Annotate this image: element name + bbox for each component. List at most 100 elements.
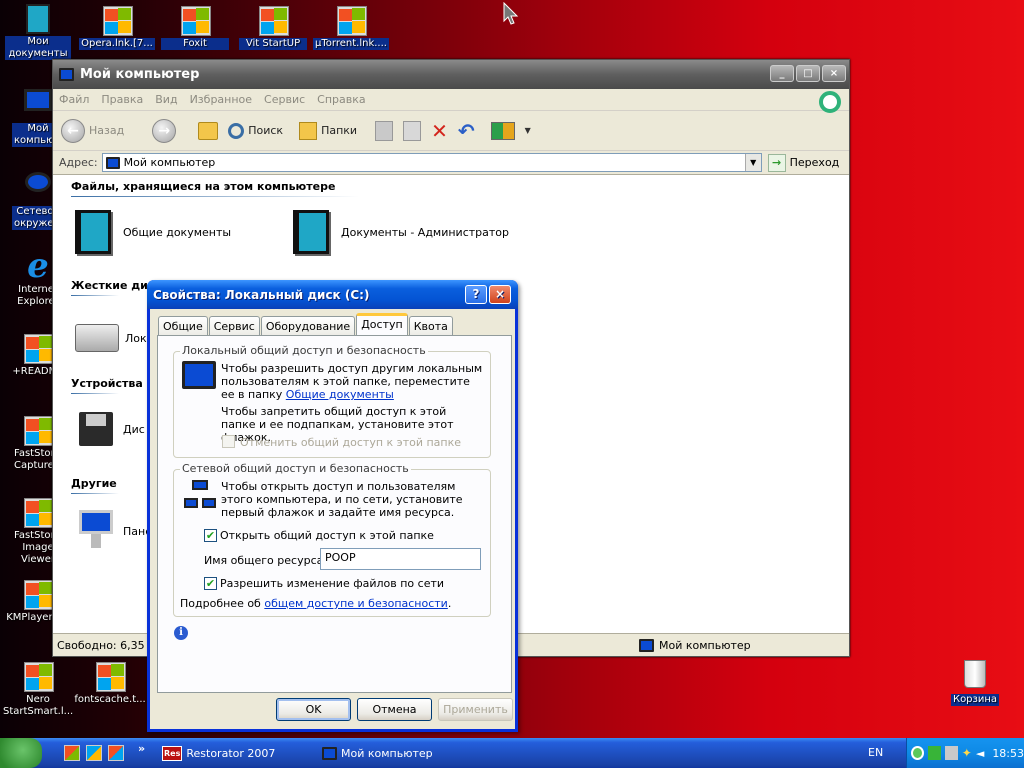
address-input[interactable]: Мой компьютер ▼ [101,153,762,172]
move-to-icon[interactable] [375,120,394,141]
ok-button[interactable]: OK [276,698,351,721]
desktop-icon-vit-startup[interactable]: Vit StartUP Manager.lnk... [235,4,311,54]
more-info-text: Подробнее об общем доступе и безопасност… [180,597,451,610]
shared-documents-link[interactable]: Общие документы [286,388,394,401]
go-arrow-icon[interactable]: → [767,153,786,172]
tray-wand-icon[interactable]: ✦ [962,746,972,760]
item-control-panel[interactable]: Пане [79,510,152,552]
tab-quota[interactable]: Квота [408,316,453,336]
desktop-icon-opera[interactable]: Opera.lnk.[7... [79,4,155,50]
quick-launch-icon[interactable] [64,745,80,761]
quick-launch-icon[interactable] [108,745,124,761]
dialog-titlebar[interactable]: Свойства: Локальный диск (C:) ? × [147,280,518,309]
menu-help[interactable]: Справка [317,93,365,106]
shortcut-icon [179,4,211,36]
tray-utorrent-icon[interactable] [911,746,925,760]
mouse-cursor-icon [503,2,519,25]
item-floppy[interactable]: Дис [79,412,145,446]
menu-view[interactable]: Вид [155,93,177,106]
shortcut-icon [94,660,126,692]
search-button[interactable]: Поиск [228,122,284,139]
address-label: Адрес: [59,156,98,169]
dialog-title: Свойства: Локальный диск (C:) [153,287,370,302]
desktop-icon-utorrent[interactable]: µTorrent.lnk.... [313,4,389,50]
menu-tools[interactable]: Сервис [264,93,305,106]
more-info-prefix: Подробнее об [180,597,261,610]
more-info-suffix: . [447,597,452,610]
desktop-icon-foxit[interactable]: Foxit Reader.lnk.[... [157,4,233,54]
share-name-value: POOP [325,551,356,564]
menu-favorites[interactable]: Избранное [190,93,252,106]
tab-hardware[interactable]: Оборудование [260,316,356,336]
up-folder-button[interactable] [198,121,219,140]
group-label: Сетевой общий доступ и безопасность [180,462,411,475]
apply-button[interactable]: Применить [438,698,513,721]
undo-icon[interactable]: ↶ [458,119,475,143]
search-label: Поиск [248,124,284,137]
chevron-double-right-icon[interactable]: » [138,742,145,755]
address-dropdown-button[interactable]: ▼ [744,154,761,171]
close-button[interactable]: × [822,65,846,82]
network-computers-icon [184,480,216,510]
go-button[interactable]: Переход [790,156,840,169]
taskbar-item-restorator[interactable]: Res Restorator 2007 [158,741,310,766]
start-button[interactable] [0,738,42,768]
quick-launch-icon[interactable] [86,745,102,761]
tab-sharing[interactable]: Доступ [356,313,408,336]
language-indicator[interactable]: EN [868,746,883,759]
desktop-icon-label: fontscache.t... [74,694,146,705]
desktop-icon-my-documents[interactable]: Мои документы [0,4,76,64]
explorer-titlebar[interactable]: Мой компьютер _ □ × [53,60,849,89]
menu-edit[interactable]: Правка [101,93,143,106]
window-title: Мой компьютер [80,67,200,82]
clock[interactable]: 18:53 [992,747,1024,760]
views-icon[interactable] [490,121,515,140]
shortcut-icon [335,4,367,36]
folders-button[interactable]: Папки [299,121,357,140]
chevron-down-icon[interactable]: ▼ [525,126,531,135]
system-tray: ✦ ◄ 18:53 [906,738,1024,768]
tab-tools[interactable]: Сервис [208,316,260,336]
desktop-icon-recycle-bin[interactable]: Корзина [937,658,1013,706]
computer-icon [22,89,54,121]
info-icon: i [174,626,188,640]
properties-dialog[interactable]: Свойства: Локальный диск (C:) ? × Общие … [147,280,518,732]
forward-button[interactable]: → [152,118,177,143]
copy-to-icon[interactable] [403,120,422,141]
allow-changes-checkbox[interactable]: ✔ [204,577,217,590]
desktop-icon-fontscache[interactable]: fontscache.t... [72,660,148,706]
shortcut-icon [101,4,133,36]
delete-icon[interactable]: ✕ [431,119,448,143]
shortcut-icon [22,414,54,446]
sharing-security-link[interactable]: общем доступе и безопасности [264,597,447,610]
unshare-checkbox-label: Отменить общий доступ к этой папке [240,436,462,449]
item-admin-documents[interactable]: Документы - Администратор [293,210,509,254]
menu-file[interactable]: Файл [59,93,89,106]
back-button[interactable]: ← Назад [61,118,125,143]
desktop-icon-nero[interactable]: Nero StartSmart.l... [0,660,76,718]
back-label: Назад [89,124,125,137]
tray-app-icon[interactable] [944,746,958,760]
share-name-label: Имя общего ресурса: [204,554,328,567]
item-local-disk[interactable]: Лока [75,324,153,352]
minimize-button[interactable]: _ [770,65,794,82]
taskbar-item-my-computer[interactable]: Мой компьютер [318,741,476,766]
computer-icon [322,747,337,760]
tray-volume-icon[interactable]: ◄ [976,747,984,760]
section-other: Другие [71,477,117,490]
maximize-button[interactable]: □ [796,65,820,82]
sharing-panel: Локальный общий доступ и безопасность Чт… [157,335,512,693]
item-shared-documents[interactable]: Общие документы [75,210,231,254]
unshare-checkbox[interactable] [222,435,235,448]
tray-network-icon[interactable] [928,746,941,760]
share-name-input[interactable]: POOP [320,548,481,570]
dialog-close-button[interactable]: × [489,285,511,304]
share-folder-checkbox[interactable]: ✔ [204,529,217,542]
item-label: Общие документы [123,225,232,239]
computer-icon [639,639,654,652]
help-button[interactable]: ? [465,285,487,304]
group-label: Локальный общий доступ и безопасность [180,344,428,357]
cancel-button[interactable]: Отмена [357,698,432,721]
network-sharing-group: Сетевой общий доступ и безопасность Чтоб… [173,462,491,617]
tab-general[interactable]: Общие [158,316,208,336]
